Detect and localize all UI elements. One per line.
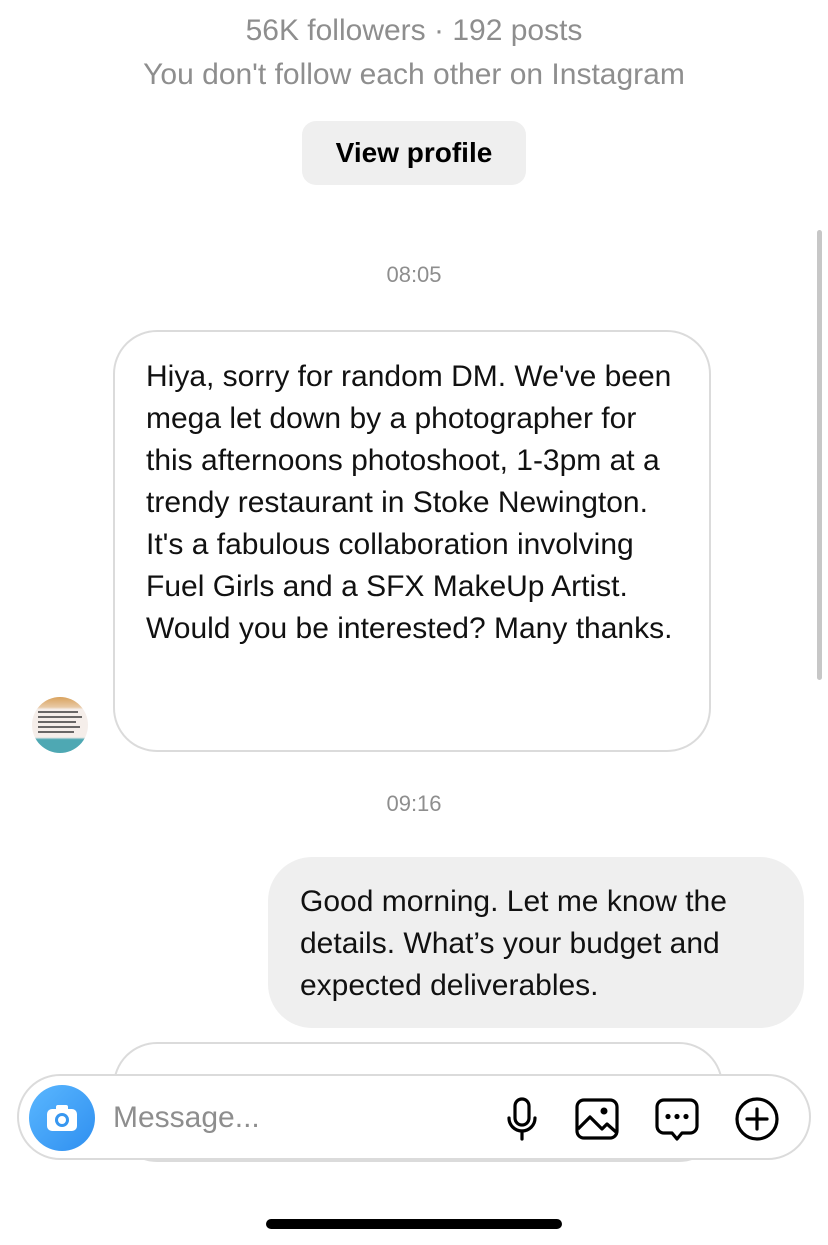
message-input[interactable] [113,1096,473,1140]
scrollbar[interactable] [817,230,822,680]
profile-stats: 56K followers · 192 posts [245,14,583,47]
microphone-icon[interactable] [499,1096,545,1142]
plus-icon[interactable] [734,1096,780,1142]
message-timestamp: 09:16 [386,791,442,816]
home-indicator[interactable] [266,1219,562,1229]
camera-button[interactable] [29,1085,95,1151]
incoming-message-bubble[interactable]: Hiya, sorry for random DM. We've been me… [113,330,711,752]
incoming-message-text: Hiya, sorry for random DM. We've been me… [146,360,673,645]
outgoing-message-bubble[interactable]: Good morning. Let me know the details. W… [268,857,804,1028]
message-composer [17,1074,811,1160]
outgoing-message-text: Good morning. Let me know the details. W… [300,885,727,1002]
dm-thread-screen: 56K followers · 192 posts You don't foll… [0,0,828,1245]
message-timestamp: 08:05 [386,262,442,287]
mutual-follow-status: You don't follow each other on Instagram [143,58,685,91]
gallery-icon[interactable] [574,1096,620,1142]
sticker-icon[interactable] [654,1096,700,1142]
view-profile-button[interactable]: View profile [302,121,526,185]
sender-avatar[interactable] [32,697,88,753]
camera-icon [47,1105,77,1131]
